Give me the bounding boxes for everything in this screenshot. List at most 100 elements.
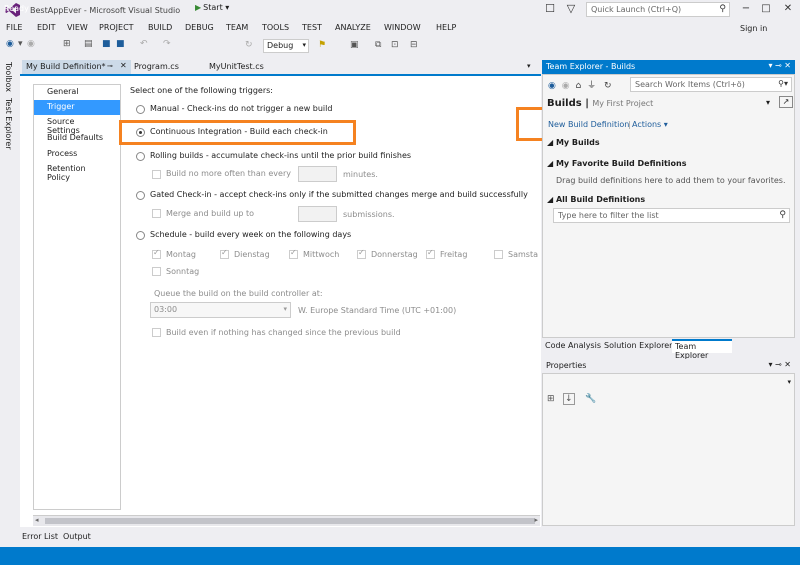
close-button[interactable]: ✕ bbox=[780, 3, 796, 14]
tab-myunittest-cs[interactable]: MyUnitTest.cs bbox=[209, 62, 264, 71]
forward-icon[interactable]: ◉ bbox=[562, 81, 570, 91]
comment-icon[interactable]: ⊟ bbox=[410, 40, 418, 50]
nav-general[interactable]: General bbox=[34, 85, 120, 100]
minimize-button[interactable]: − bbox=[738, 3, 754, 14]
chevron-down-icon[interactable]: ▾ bbox=[766, 98, 770, 107]
properties-icon[interactable]: ⧉ bbox=[375, 40, 381, 50]
test-explorer-tab[interactable]: Test Explorer bbox=[4, 98, 13, 150]
menu-build[interactable]: BUILD bbox=[148, 23, 172, 32]
search-icon: ⚲▾ bbox=[778, 79, 788, 88]
menu-test[interactable]: TEST bbox=[302, 23, 322, 32]
menu-file[interactable]: FILE bbox=[6, 23, 22, 32]
scroll-left-icon[interactable]: ◂ bbox=[35, 516, 39, 524]
categorized-icon[interactable]: ⊞ bbox=[547, 394, 555, 404]
menu-debug[interactable]: DEBUG bbox=[185, 23, 214, 32]
back-icon[interactable]: ◉ bbox=[548, 81, 556, 91]
pane-controls-icon[interactable]: ▾ ⊸ ✕ bbox=[768, 360, 791, 369]
alphabetical-icon[interactable]: ↓ bbox=[563, 393, 575, 405]
checkbox-rolling-interval[interactable] bbox=[152, 170, 161, 179]
nav-source-settings[interactable]: Source Settings bbox=[34, 115, 120, 135]
maximize-button[interactable]: □ bbox=[758, 3, 774, 14]
gated-submissions-input[interactable] bbox=[298, 206, 337, 222]
menu-team[interactable]: TEAM bbox=[226, 23, 248, 32]
actions-link[interactable]: Actions ▾ bbox=[632, 120, 668, 129]
pane-controls-icon[interactable]: ▾ ⊸ ✕ bbox=[768, 61, 791, 70]
find-icon[interactable]: ⚑ bbox=[318, 40, 326, 50]
tab-my-build-definition[interactable]: My Build Definition* ⊸ ✕ bbox=[22, 60, 131, 74]
nav-build-defaults[interactable]: Build Defaults bbox=[34, 131, 120, 146]
label-gated-checkin: Gated Check-in - accept check-ins only i… bbox=[150, 190, 528, 199]
scrollbar-thumb[interactable] bbox=[45, 518, 535, 524]
new-project-icon[interactable]: ⊞ bbox=[63, 39, 71, 49]
toolbox-tab[interactable]: Toolbox bbox=[4, 62, 13, 92]
undo-icon[interactable]: ↶ bbox=[140, 39, 148, 49]
radio-rolling-builds[interactable] bbox=[136, 152, 145, 161]
nav-process[interactable]: Process bbox=[34, 147, 120, 162]
bottom-tool-tabs: Error List Output bbox=[20, 529, 540, 545]
new-build-definition-link[interactable]: New Build Definition bbox=[548, 120, 629, 129]
nav-retention-policy[interactable]: Retention Policy bbox=[34, 162, 120, 182]
dropdown-arrow-icon[interactable]: ▾ bbox=[18, 39, 23, 49]
radio-manual[interactable] bbox=[136, 105, 145, 114]
external-link-icon[interactable]: ↗ bbox=[779, 96, 793, 108]
feedback-icon[interactable]: ☐ bbox=[543, 2, 557, 15]
close-tab-icon[interactable]: ✕ bbox=[120, 61, 127, 70]
property-pages-icon[interactable]: 🔧 bbox=[585, 394, 596, 404]
tab-solution-explorer[interactable]: Solution Explorer bbox=[604, 341, 672, 350]
save-icon[interactable]: ■ bbox=[102, 39, 111, 49]
refresh-icon[interactable]: ↻ bbox=[604, 81, 612, 91]
section-favorites[interactable]: ◢ My Favorite Build Definitions bbox=[547, 159, 686, 168]
menu-window[interactable]: WINDOW bbox=[384, 23, 421, 32]
properties-header: Properties ▾ ⊸ ✕ bbox=[542, 359, 795, 373]
chevron-down-icon[interactable]: ▾ bbox=[787, 378, 791, 386]
section-my-builds[interactable]: ◢ My Builds bbox=[547, 138, 600, 147]
tab-error-list[interactable]: Error List bbox=[22, 532, 58, 541]
checkbox-day-montag[interactable] bbox=[152, 248, 161, 259]
section-all-builds[interactable]: ◢ All Build Definitions bbox=[547, 195, 645, 204]
checkbox-day-sonntag[interactable] bbox=[152, 267, 161, 276]
sign-in-link[interactable]: Sign in bbox=[740, 24, 767, 33]
checkbox-day-freitag[interactable] bbox=[426, 248, 435, 259]
schedule-time-dropdown[interactable]: 03:00 ▾ bbox=[150, 302, 291, 318]
menu-project[interactable]: PROJECT bbox=[99, 23, 134, 32]
quick-launch-input[interactable]: Quick Launch (Ctrl+Q) ⚲ bbox=[586, 2, 730, 17]
menu-analyze[interactable]: ANALYZE bbox=[335, 23, 371, 32]
tab-output[interactable]: Output bbox=[63, 532, 91, 541]
tab-overflow-icon[interactable]: ▾ bbox=[527, 62, 531, 70]
start-debug-button[interactable]: ▶ Start ▾ bbox=[195, 3, 229, 12]
radio-gated-checkin[interactable] bbox=[136, 191, 145, 200]
menu-help[interactable]: HELP bbox=[436, 23, 456, 32]
open-file-icon[interactable]: ▤ bbox=[84, 39, 93, 49]
scroll-right-icon[interactable]: ▸ bbox=[534, 516, 538, 524]
tab-code-analysis[interactable]: Code Analysis bbox=[545, 341, 601, 350]
redo-icon[interactable]: ↷ bbox=[163, 39, 171, 49]
checkbox-day-samstag[interactable] bbox=[494, 250, 503, 259]
menu-view[interactable]: VIEW bbox=[67, 23, 88, 32]
save-all-icon[interactable]: ■ bbox=[116, 39, 125, 49]
nav-trigger[interactable]: Trigger bbox=[34, 100, 120, 115]
forward-icon[interactable]: ◉ bbox=[27, 39, 35, 49]
checkbox-gated-merge[interactable] bbox=[152, 209, 161, 218]
filter-icon[interactable]: ▽ bbox=[564, 2, 578, 15]
pin-icon[interactable]: ⊸ bbox=[107, 62, 113, 70]
rolling-minutes-input[interactable] bbox=[298, 166, 337, 182]
checkbox-day-dienstag[interactable] bbox=[220, 248, 229, 259]
checkbox-build-even[interactable] bbox=[152, 328, 161, 337]
solution-explorer-icon[interactable]: ▣ bbox=[350, 40, 359, 50]
tab-program-cs[interactable]: Program.cs bbox=[134, 62, 179, 71]
search-work-items-input[interactable]: Search Work Items (Ctrl+ö) ⚲▾ bbox=[630, 77, 792, 92]
solution-config-dropdown[interactable]: Debug ▾ bbox=[263, 39, 309, 53]
checkbox-day-donnerstag[interactable] bbox=[357, 248, 366, 259]
refresh-icon[interactable]: ↻ bbox=[245, 40, 253, 50]
connect-icon[interactable]: ⏚ bbox=[587, 81, 596, 91]
filter-build-definitions-input[interactable]: Type here to filter the list ⚲ bbox=[553, 208, 790, 223]
back-icon[interactable]: ◉ bbox=[6, 39, 14, 49]
tab-team-explorer[interactable]: Team Explorer bbox=[672, 339, 732, 360]
radio-schedule[interactable] bbox=[136, 231, 145, 240]
toolbox-icon[interactable]: ⊡ bbox=[391, 40, 399, 50]
menu-edit[interactable]: EDIT bbox=[37, 23, 55, 32]
checkbox-day-mittwoch[interactable] bbox=[289, 248, 298, 259]
home-icon[interactable]: ⌂ bbox=[575, 81, 581, 91]
horizontal-scrollbar[interactable]: ◂ ▸ bbox=[33, 515, 540, 526]
menu-tools[interactable]: TOOLS bbox=[262, 23, 289, 32]
